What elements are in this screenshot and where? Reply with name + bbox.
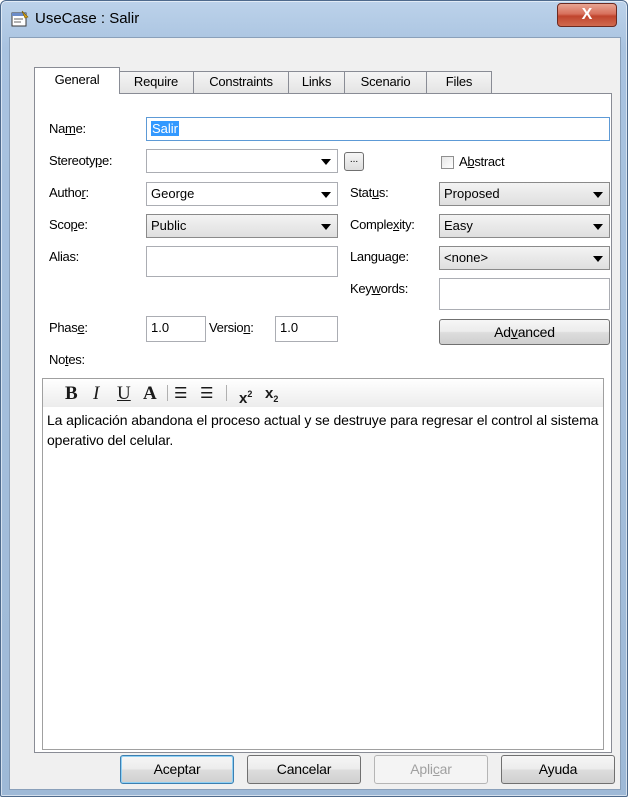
tab-label: Constraints xyxy=(209,74,273,89)
language-label: Language: xyxy=(350,249,409,264)
chevron-down-icon xyxy=(593,256,603,262)
author-value: George xyxy=(151,186,195,201)
superscript-mark: 2 xyxy=(247,389,253,399)
name-value: Salir xyxy=(151,121,180,136)
abstract-label: Abstract xyxy=(459,154,505,169)
ellipsis-icon: ... xyxy=(349,154,359,165)
version-input[interactable]: 1.0 xyxy=(275,316,338,342)
notes-toolbar: B I U A ☰ ☰ x2 x2 xyxy=(43,379,603,407)
tab-general[interactable]: General xyxy=(34,67,120,94)
stereotype-label: Stereotype: xyxy=(49,153,113,168)
name-input[interactable]: Salir xyxy=(146,117,610,141)
keywords-input[interactable] xyxy=(439,278,610,310)
language-value: <none> xyxy=(444,250,489,265)
apply-button[interactable]: Aplicar xyxy=(374,755,488,784)
numbered-list-icon: ☰ xyxy=(200,385,214,402)
version-value: 1.0 xyxy=(280,320,299,335)
scope-label: Scope: xyxy=(49,217,88,232)
general-tab-panel: Name: Salir Stereotype: ... Abstract Aut… xyxy=(34,93,612,753)
complexity-label: Complexity: xyxy=(350,217,415,232)
toolbar-divider xyxy=(167,385,168,401)
font-color-icon: A xyxy=(143,383,157,404)
italic-button[interactable]: I xyxy=(93,384,99,404)
complexity-value: Easy xyxy=(444,218,473,233)
complexity-combo[interactable]: Easy xyxy=(439,214,610,238)
language-combo[interactable]: <none> xyxy=(439,246,610,270)
underline-button[interactable]: U xyxy=(117,384,131,404)
bold-button[interactable]: B xyxy=(65,384,78,404)
author-label: Author: xyxy=(49,185,89,200)
superscript-button[interactable]: x2 xyxy=(239,384,252,409)
tab-constraints[interactable]: Constraints xyxy=(193,71,289,93)
toolbar-divider xyxy=(226,385,227,401)
subscript-mark: 2 xyxy=(273,394,279,404)
scope-combo[interactable]: Public xyxy=(146,214,338,238)
alias-label: Alias: xyxy=(49,249,79,264)
tab-scenario[interactable]: Scenario xyxy=(344,71,427,93)
chevron-down-icon xyxy=(593,192,603,198)
chevron-down-icon xyxy=(321,224,331,230)
window-title: UseCase : Salir xyxy=(35,10,140,27)
tab-files[interactable]: Files xyxy=(426,71,492,93)
version-label: Version: xyxy=(209,320,254,335)
notes-text[interactable]: La aplicación abandona el proceso actual… xyxy=(47,410,599,450)
cancel-button[interactable]: Cancelar xyxy=(247,755,361,784)
bullet-list-button[interactable]: ☰ xyxy=(174,384,187,404)
stereotype-browse-button[interactable]: ... xyxy=(344,152,364,171)
tab-require[interactable]: Require xyxy=(118,71,194,93)
title-bar[interactable]: UseCase : Salir X xyxy=(1,1,627,37)
chevron-down-icon xyxy=(321,159,331,165)
tab-links[interactable]: Links xyxy=(288,71,345,93)
tab-label: Scenario xyxy=(360,74,411,89)
keywords-label: Keywords: xyxy=(350,281,409,296)
phase-value: 1.0 xyxy=(151,320,170,335)
accept-button[interactable]: Aceptar xyxy=(120,755,234,784)
chevron-down-icon xyxy=(321,192,331,198)
usecase-window-icon xyxy=(11,10,29,28)
font-color-button[interactable]: A xyxy=(143,384,157,404)
alias-input[interactable] xyxy=(146,246,338,277)
advanced-button[interactable]: Advanced xyxy=(439,319,610,345)
close-button[interactable]: X xyxy=(557,3,617,27)
phase-input[interactable]: 1.0 xyxy=(146,316,206,342)
chevron-down-icon xyxy=(593,224,603,230)
status-value: Proposed xyxy=(444,186,500,201)
name-label: Name: xyxy=(49,121,86,136)
usecase-dialog: UseCase : Salir X General Require Constr… xyxy=(0,0,628,797)
tab-label: Files xyxy=(445,74,473,89)
tab-label: General xyxy=(54,72,100,87)
subscript-button[interactable]: x2 xyxy=(265,384,278,409)
notes-editor: B I U A ☰ ☰ x2 x2 La aplicación abandona… xyxy=(42,378,604,750)
numbered-list-button[interactable]: ☰ xyxy=(200,384,213,404)
notes-label: Notes: xyxy=(49,352,85,367)
stereotype-combo[interactable] xyxy=(146,149,338,173)
author-combo[interactable]: George xyxy=(146,182,338,206)
scope-value: Public xyxy=(151,218,187,233)
help-button[interactable]: Ayuda xyxy=(501,755,615,784)
phase-label: Phase: xyxy=(49,320,88,335)
tab-label: Require xyxy=(133,74,179,89)
status-label: Status: xyxy=(350,185,389,200)
dialog-client-area: General Require Constraints Links Scenar… xyxy=(9,37,621,790)
status-combo[interactable]: Proposed xyxy=(439,182,610,206)
tab-label: Links xyxy=(301,74,332,89)
bullet-list-icon: ☰ xyxy=(174,385,188,402)
abstract-checkbox[interactable] xyxy=(441,156,454,169)
close-icon: X xyxy=(581,6,593,23)
